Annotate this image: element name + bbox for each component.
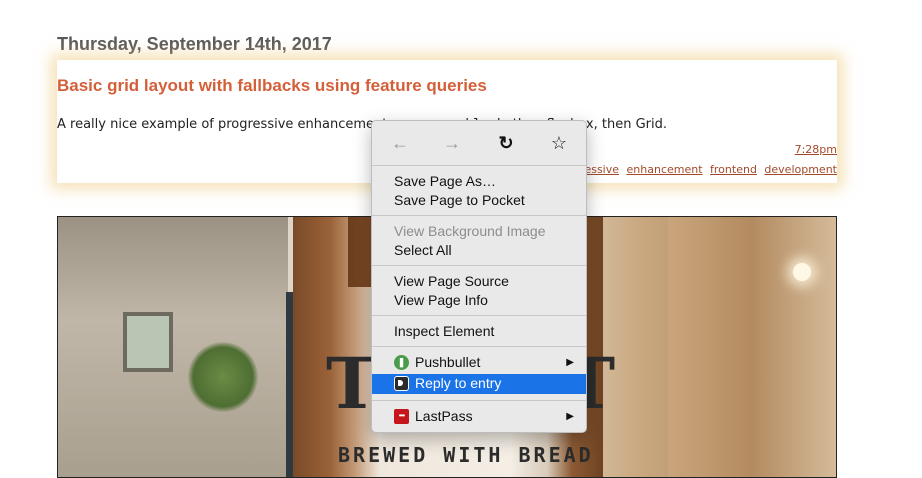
- photo-wall: [58, 217, 288, 477]
- forward-arrow-icon[interactable]: →: [440, 131, 464, 155]
- tag-link[interactable]: enhancement: [627, 163, 703, 176]
- menu-item-reply-to-entry[interactable]: Reply to entry: [372, 374, 586, 394]
- menu-item-label: View Background Image: [394, 223, 546, 239]
- menu-item-label: Save Page to Pocket: [394, 192, 525, 208]
- back-arrow-icon[interactable]: ←: [388, 131, 412, 155]
- menu-separator: [372, 400, 586, 401]
- tag-link[interactable]: development: [764, 163, 837, 176]
- menu-separator: [372, 315, 586, 316]
- menu-item-view-page-info[interactable]: View Page Info: [372, 291, 586, 310]
- menu-item-label: Select All: [394, 242, 452, 258]
- lastpass-icon: •••: [394, 409, 409, 424]
- reply-icon: [394, 376, 409, 391]
- photo-wall-frame: [123, 312, 173, 372]
- context-menu: ← → ↻ ☆ Save Page As… Save Page to Pocke…: [371, 120, 587, 433]
- menu-item-pushbullet[interactable]: ❚ Pushbullet ▶: [372, 353, 586, 372]
- menu-item-label: Pushbullet: [415, 354, 481, 370]
- submenu-arrow-icon: ▶: [566, 357, 574, 368]
- photo-plant: [188, 342, 258, 412]
- menu-item-label: View Page Info: [394, 292, 488, 308]
- menu-separator: [372, 265, 586, 266]
- tag-link[interactable]: frontend: [710, 163, 757, 176]
- menu-item-save-to-pocket[interactable]: Save Page to Pocket: [372, 191, 586, 210]
- photo-label-text: BREWED WITH BREAD: [338, 443, 594, 467]
- entry-title-link[interactable]: Basic grid layout with fallbacks using f…: [57, 76, 487, 96]
- menu-item-lastpass[interactable]: ••• LastPass ▶: [372, 407, 586, 426]
- menu-separator: [372, 215, 586, 216]
- menu-item-save-page-as[interactable]: Save Page As…: [372, 172, 586, 191]
- menu-item-label: LastPass: [415, 408, 473, 424]
- menu-item-label: Save Page As…: [394, 173, 496, 189]
- menu-item-label: Inspect Element: [394, 323, 495, 339]
- entry-date-heading: Thursday, September 14th, 2017: [57, 34, 332, 54]
- bookmark-star-icon[interactable]: ☆: [547, 131, 571, 155]
- menu-item-label: View Page Source: [394, 273, 509, 289]
- menu-item-inspect-element[interactable]: Inspect Element: [372, 322, 586, 341]
- photo-lamp: [793, 263, 811, 281]
- menu-separator: [372, 346, 586, 347]
- menu-item-label: Reply to entry: [415, 375, 502, 391]
- submenu-arrow-icon: ▶: [566, 411, 574, 422]
- context-menu-nav-row: ← → ↻ ☆: [372, 121, 586, 163]
- entry-time-link[interactable]: 7:28pm: [795, 143, 837, 156]
- reload-icon[interactable]: ↻: [494, 131, 518, 155]
- menu-item-view-page-source[interactable]: View Page Source: [372, 272, 586, 291]
- menu-separator: [372, 165, 586, 166]
- menu-item-select-all[interactable]: Select All: [372, 241, 586, 260]
- menu-item-view-background-image: View Background Image: [372, 222, 586, 241]
- photo-right-wall: [668, 217, 836, 477]
- entry-text-before: A really nice example of progressive enh…: [57, 117, 388, 132]
- pushbullet-icon: ❚: [394, 355, 409, 370]
